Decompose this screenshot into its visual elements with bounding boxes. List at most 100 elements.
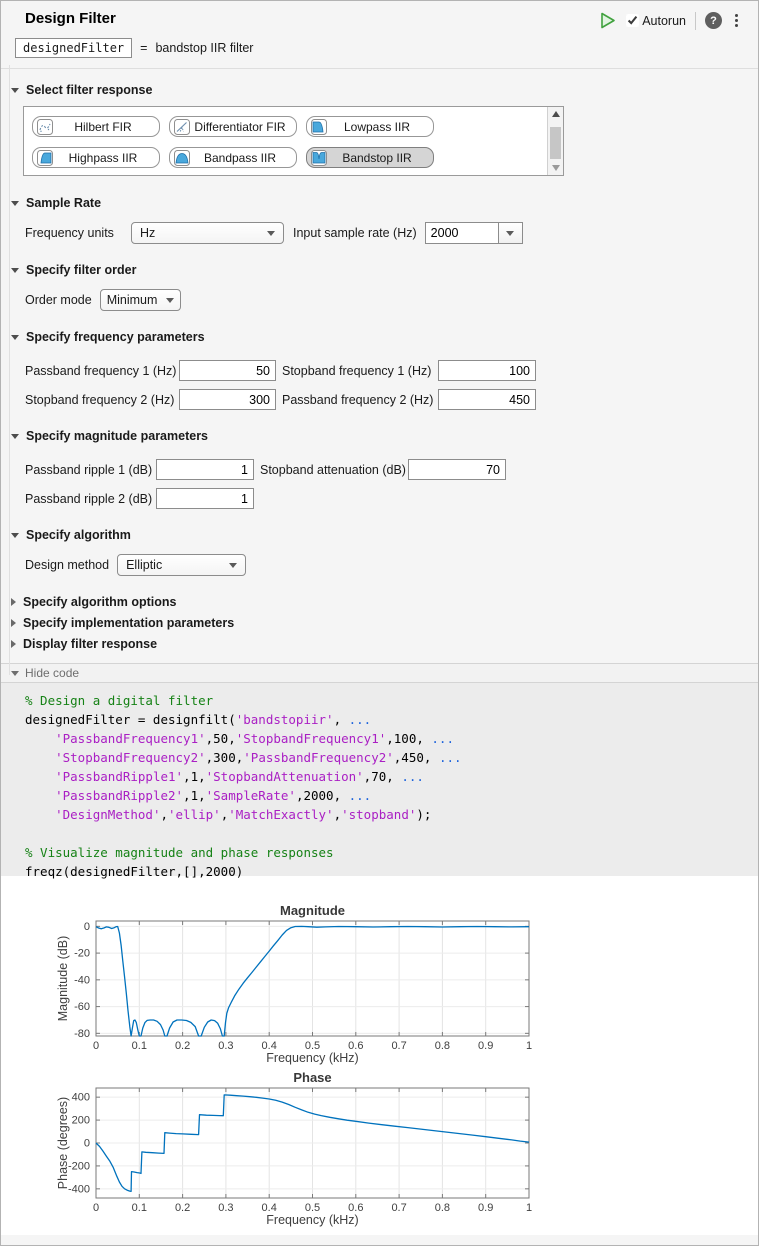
y-tick-label: 0 [84,921,90,933]
filter-button-label: Differentiator FIR [190,120,296,134]
section-specify-magnitude-parameters[interactable]: Specify magnitude parameters [11,429,758,443]
x-tick-label: 0 [93,1040,99,1052]
section-specify-algorithm[interactable]: Specify algorithm [11,528,758,542]
filter-button-bandstop-iir[interactable]: Bandstop IIR [306,147,434,168]
collapse-triangle-icon [11,335,19,340]
plots-area: 00.10.20.30.40.50.60.70.80.910-20-40-60-… [1,876,758,1235]
code-line: 'DesignMethod','ellip','MatchExactly','s… [25,805,758,824]
differentiator-fir-icon [174,119,190,135]
x-tick-label: 0 [93,1202,99,1214]
design-method-select[interactable]: Elliptic [117,554,246,576]
y-tick-label: -60 [74,1001,90,1013]
sample-rate-row: Frequency units Hz Input sample rate (Hz… [25,222,758,244]
section-title: Specify implementation parameters [23,616,234,630]
highpass-iir-icon [37,150,53,166]
passband-frequency-2-field[interactable] [438,389,536,410]
autorun-toggle[interactable]: Autorun [626,14,686,28]
scrollbar-up-icon[interactable] [552,111,560,117]
stopband-attenuation-field[interactable] [408,459,506,480]
x-tick-label: 0.3 [218,1040,233,1052]
stopband-frequency-2-field[interactable] [179,389,276,410]
chart-title: Magnitude [280,903,345,918]
filter-button-differentiator-fir[interactable]: Differentiator FIR [169,116,297,137]
stopband-attenuation-label: Stopband attenuation (dB) [254,463,408,477]
scrollbar-thumb[interactable] [550,127,561,159]
stopband-frequency-2-label: Stopband frequency 2 (Hz) [25,393,179,407]
y-tick-label: -20 [74,948,90,960]
filter-button-bandpass-iir[interactable]: Bandpass IIR [169,147,297,168]
passband-ripple-1-field[interactable] [156,459,254,480]
page-title: Design Filter [25,10,116,27]
passband-frequency-1-field[interactable] [179,360,276,381]
section-title: Display filter response [23,637,157,651]
passband-ripple-2-label: Passband ripple 2 (dB) [25,492,156,506]
hide-code-toggle[interactable]: Hide code [1,663,758,683]
x-tick-label: 0.9 [478,1202,493,1214]
section-sample-rate[interactable]: Sample Rate [11,196,758,210]
filter-button-label: Bandpass IIR [190,151,296,165]
magnitude-chart: 00.10.20.30.40.50.60.70.80.910-20-40-60-… [1,884,561,1066]
x-tick-label: 1 [526,1202,532,1214]
input-sample-rate-combo [425,222,523,244]
help-icon[interactable]: ? [705,12,722,29]
y-tick-label: -80 [74,1028,90,1040]
section-title: Specify algorithm options [23,595,177,609]
section-title: Specify frequency parameters [26,330,205,344]
y-axis-label: Phase (degrees) [56,1097,70,1189]
expand-triangle-icon [11,598,16,606]
code-line: 'PassbandRipple2',1,'SampleRate',2000, .… [25,786,758,805]
section-specify-filter-order[interactable]: Specify filter order [11,263,758,277]
stopband-frequency-1-label: Stopband frequency 1 (Hz) [276,364,438,378]
y-tick-label: -400 [68,1183,90,1195]
y-tick-label: 0 [84,1138,90,1150]
section-specify-implementation-parameters[interactable]: Specify implementation parameters [11,612,758,633]
filter-response-box: Hilbert FIR Differentiator FIR Lowpass IIR… [23,106,564,176]
design-method-value: Elliptic [126,558,162,572]
overflow-menu-icon[interactable] [731,13,742,28]
x-tick-label: 1 [526,1040,532,1052]
input-sample-rate-dropdown-button[interactable] [498,223,522,243]
expand-triangle-icon [11,619,16,627]
output-variable-field[interactable]: designedFilter [15,38,132,58]
order-mode-value: Minimum [107,293,158,307]
task-gutter-line [9,65,10,675]
section-display-filter-response[interactable]: Display filter response [11,633,758,654]
filter-button-lowpass-iir[interactable]: Lowpass IIR [306,116,434,137]
y-tick-label: 200 [72,1115,90,1127]
autorun-label: Autorun [642,14,686,28]
order-mode-label: Order mode [25,293,92,307]
passband-ripple-2-field[interactable] [156,488,254,509]
filter-button-label: Hilbert FIR [53,120,159,134]
filter-response-list: Hilbert FIR Differentiator FIR Lowpass IIR… [24,107,548,168]
task-header: Design Filter Autorun ? [1,1,758,30]
hilbert-fir-icon [37,119,53,135]
filter-button-hilbert-fir[interactable]: Hilbert FIR [32,116,160,137]
chevron-down-icon [166,298,174,303]
section-specify-algorithm-options[interactable]: Specify algorithm options [11,591,758,612]
scrollbar-down-icon[interactable] [552,165,560,171]
phase-chart: 00.10.20.30.40.50.60.70.80.914002000-200… [1,1066,561,1230]
order-mode-select[interactable]: Minimum [100,289,181,311]
stopband-frequency-1-field[interactable] [438,360,536,381]
x-tick-label: 0.2 [175,1040,190,1052]
autorun-checkbox[interactable] [626,14,639,27]
frequency-units-select[interactable]: Hz [131,222,284,244]
filter-button-highpass-iir[interactable]: Highpass IIR [32,147,160,168]
passband-frequency-2-label: Passband frequency 2 (Hz) [276,393,438,407]
hide-code-label: Hide code [25,666,79,680]
run-icon[interactable] [598,11,617,30]
section-select-filter-response[interactable]: Select filter response [11,83,758,97]
x-tick-label: 0.8 [435,1202,450,1214]
section-specify-frequency-parameters[interactable]: Specify frequency parameters [11,330,758,344]
filter-response-scrollbar[interactable] [547,107,563,175]
code-block[interactable]: % Design a digital filterdesignedFilter … [1,683,758,876]
section-title: Specify magnitude parameters [26,429,208,443]
collapse-triangle-icon [11,434,19,439]
section-title: Select filter response [26,83,152,97]
x-tick-label: 0.8 [435,1040,450,1052]
code-line: 'PassbandRipple1',1,'StopbandAttenuation… [25,767,758,786]
input-sample-rate-field[interactable] [426,223,498,243]
magnitude-parameters-grid: Passband ripple 1 (dB) Stopband attenuat… [25,459,758,509]
x-tick-label: 0.7 [391,1040,406,1052]
code-line: % Design a digital filter [25,691,758,710]
